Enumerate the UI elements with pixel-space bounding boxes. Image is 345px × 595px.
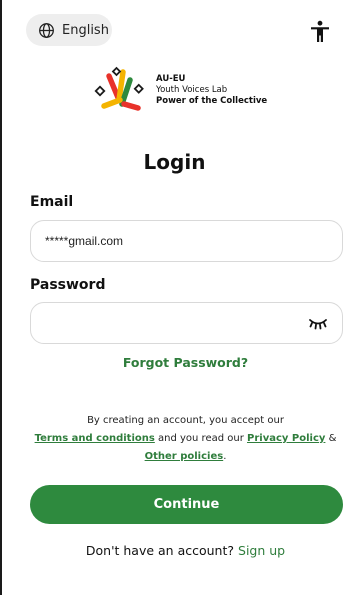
sign-up-link[interactable]: Sign up (238, 543, 285, 558)
email-field-container[interactable] (30, 220, 343, 262)
eye-closed-icon (308, 317, 328, 331)
brand-line-2: Youth Voices Lab (156, 84, 228, 95)
language-selector[interactable]: English (26, 14, 112, 46)
accessibility-icon (308, 20, 332, 44)
page-title: Login (143, 150, 206, 174)
terms-notice: By creating an account, you accept our T… (22, 412, 345, 466)
continue-button[interactable]: Continue (30, 485, 343, 524)
no-account-text: Don't have an account? (85, 543, 235, 558)
password-label: Password (30, 277, 106, 293)
email-label: Email (30, 194, 74, 210)
password-visibility-toggle[interactable] (308, 317, 328, 331)
terms-and-conditions-link[interactable]: Terms and conditions (35, 433, 155, 444)
brand-line-1: AU-EU (156, 73, 186, 84)
globe-icon (38, 22, 55, 39)
brand-header: AU-EU Youth Voices Lab Power of the Coll… (94, 65, 267, 115)
forgot-password-link[interactable]: Forgot Password? (2, 355, 345, 370)
accessibility-button[interactable] (308, 20, 332, 44)
email-field[interactable] (45, 234, 328, 248)
terms-suffix: . (223, 451, 227, 462)
signup-prompt: Don't have an account? Sign up (2, 543, 345, 558)
password-field[interactable] (45, 316, 328, 330)
password-field-container[interactable] (30, 302, 343, 344)
brand-text: AU-EU Youth Voices Lab Power of the Coll… (156, 74, 267, 107)
terms-amp: & (328, 433, 337, 444)
terms-middle: and you read our (158, 433, 244, 444)
terms-prefix: By creating an account, you accept our (87, 415, 284, 426)
app-screen: English AU-EU Youth Voices Lab Power of … (0, 0, 345, 595)
privacy-policy-link[interactable]: Privacy Policy (247, 433, 325, 444)
brand-line-3: Power of the Collective (156, 95, 268, 106)
other-policies-link[interactable]: Other policies (145, 451, 224, 462)
youth-voices-logo (94, 66, 146, 114)
language-label: English (62, 22, 109, 38)
